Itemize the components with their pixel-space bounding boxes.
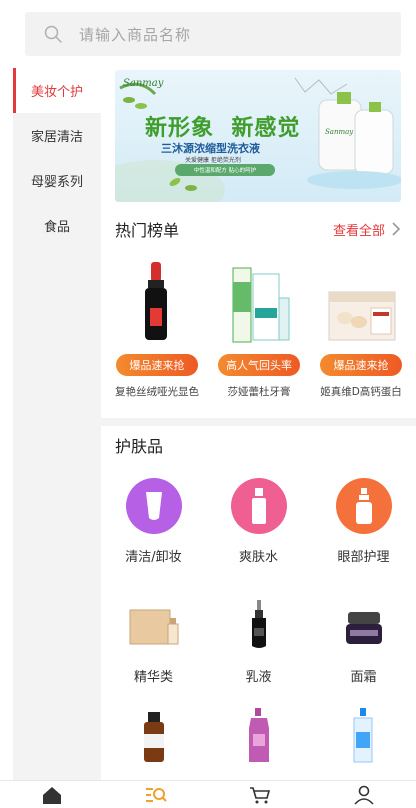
category-lotion[interactable]: 乳液 <box>206 598 311 685</box>
category-toner[interactable]: 爽肤水 <box>206 478 311 565</box>
sidebar-item-home-cleaning[interactable]: 家居清洁 <box>13 113 101 158</box>
category-essence[interactable]: 精华类 <box>101 598 206 685</box>
category-face-cream[interactable]: 面霜 <box>311 598 416 685</box>
see-all-label: 查看全部 <box>332 223 385 239</box>
product-tag: 爆品速来抢 <box>116 354 198 376</box>
category-label: 清洁/卸妆 <box>125 550 182 565</box>
search-bar: 请输入商品名称 <box>0 0 416 68</box>
bottom-tab-bar <box>0 780 416 808</box>
banner-product: 三沐源浓缩型洗衣液 <box>161 142 260 155</box>
protein-box-image <box>328 291 396 341</box>
category-cleansing[interactable]: 清洁/卸妆 <box>101 478 206 565</box>
lotion-bottle-image <box>251 600 266 648</box>
search-input[interactable]: 请输入商品名称 <box>25 12 401 56</box>
banner-brand: Sanmay <box>123 78 164 89</box>
sidebar-item-baby[interactable]: 母婴系列 <box>13 158 101 203</box>
product-card-protein[interactable]: 爆品速来抢 姬真维D高钙蛋白 <box>313 258 409 408</box>
essential-oil-image <box>143 712 164 762</box>
tab-cart[interactable] <box>248 783 272 807</box>
banner-sub: 关爱健康 拒绝荧光剂 <box>185 157 241 164</box>
product-name: 复艳丝绒哑光显色 <box>115 386 199 398</box>
toner-bottle-icon <box>230 478 287 534</box>
sidebar-item-food[interactable]: 食品 <box>13 203 101 248</box>
skincare-title: 护肤品 <box>115 437 164 456</box>
section-divider <box>101 418 416 426</box>
category-label: 精华类 <box>133 670 173 685</box>
lipstick-image <box>145 262 167 340</box>
bottle-brand-label: Sanmay <box>325 128 354 136</box>
product-tag: 爆品速来抢 <box>320 354 402 376</box>
face-cream-jar-image <box>345 612 382 644</box>
main-content: Sanmay 新形象 新感觉 三沐源浓缩型洗衣液 关爱健康 拒绝荧光剂 中性温和… <box>101 68 416 780</box>
hot-products: 爆品速来抢 复艳丝绒哑光显色 高人气回头率 莎娅蕾杜牙膏 爆品速来抢 姬真维D高… <box>109 258 409 408</box>
see-all-link[interactable]: 查看全部 <box>333 220 401 239</box>
category-item-8[interactable] <box>206 708 311 764</box>
eye-cream-icon <box>335 478 392 534</box>
category-label: 面霜 <box>350 670 377 685</box>
cart-icon <box>250 786 271 803</box>
product-tag: 高人气回头率 <box>218 354 300 376</box>
product-card-lipstick[interactable]: 爆品速来抢 复艳丝绒哑光显色 <box>109 258 205 408</box>
category-eye-care[interactable]: 眼部护理 <box>311 478 416 565</box>
category-sidebar: 美妆个护 家居清洁 母婴系列 食品 <box>13 68 101 780</box>
chevron-right-icon <box>392 222 401 236</box>
category-item-7[interactable] <box>101 708 206 764</box>
home-icon <box>43 786 61 804</box>
category-label: 眼部护理 <box>337 550 390 565</box>
tab-profile[interactable] <box>352 783 376 807</box>
promo-banner[interactable]: Sanmay 新形象 新感觉 三沐源浓缩型洗衣液 关爱健康 拒绝荧光剂 中性温和… <box>115 70 401 202</box>
hot-list-header: 热门榜单 查看全部 <box>115 218 401 240</box>
category-item-9[interactable] <box>311 708 416 764</box>
shampoo-bottle-image <box>248 708 269 762</box>
hot-list-title: 热门榜单 <box>115 221 180 240</box>
category-label: 乳液 <box>245 670 272 685</box>
tab-home[interactable] <box>40 783 64 807</box>
toothpaste-image <box>232 267 290 343</box>
product-name: 莎娅蕾杜牙膏 <box>227 386 291 398</box>
search-placeholder: 请输入商品名称 <box>79 25 192 44</box>
banner-badge: 中性温和配方 贴心的呵护 <box>175 164 275 176</box>
search-icon <box>44 25 62 43</box>
essence-set-image <box>129 609 178 645</box>
product-card-toothpaste[interactable]: 高人气回头率 莎娅蕾杜牙膏 <box>211 258 307 408</box>
cleanser-icon <box>125 478 182 534</box>
user-icon <box>354 785 374 805</box>
product-name: 姬真维D高钙蛋白 <box>320 386 402 398</box>
category-search-icon <box>146 787 167 802</box>
tab-category[interactable] <box>144 783 168 807</box>
category-label: 爽肤水 <box>238 550 278 565</box>
sidebar-item-beauty[interactable]: 美妆个护 <box>13 68 101 113</box>
body-wash-bottle-image <box>353 708 372 763</box>
app-screen: 请输入商品名称 美妆个护 家居清洁 母婴系列 食品 Sanmay 新形象 新感觉… <box>0 0 416 808</box>
banner-headline: 新形象 新感觉 <box>145 116 301 141</box>
